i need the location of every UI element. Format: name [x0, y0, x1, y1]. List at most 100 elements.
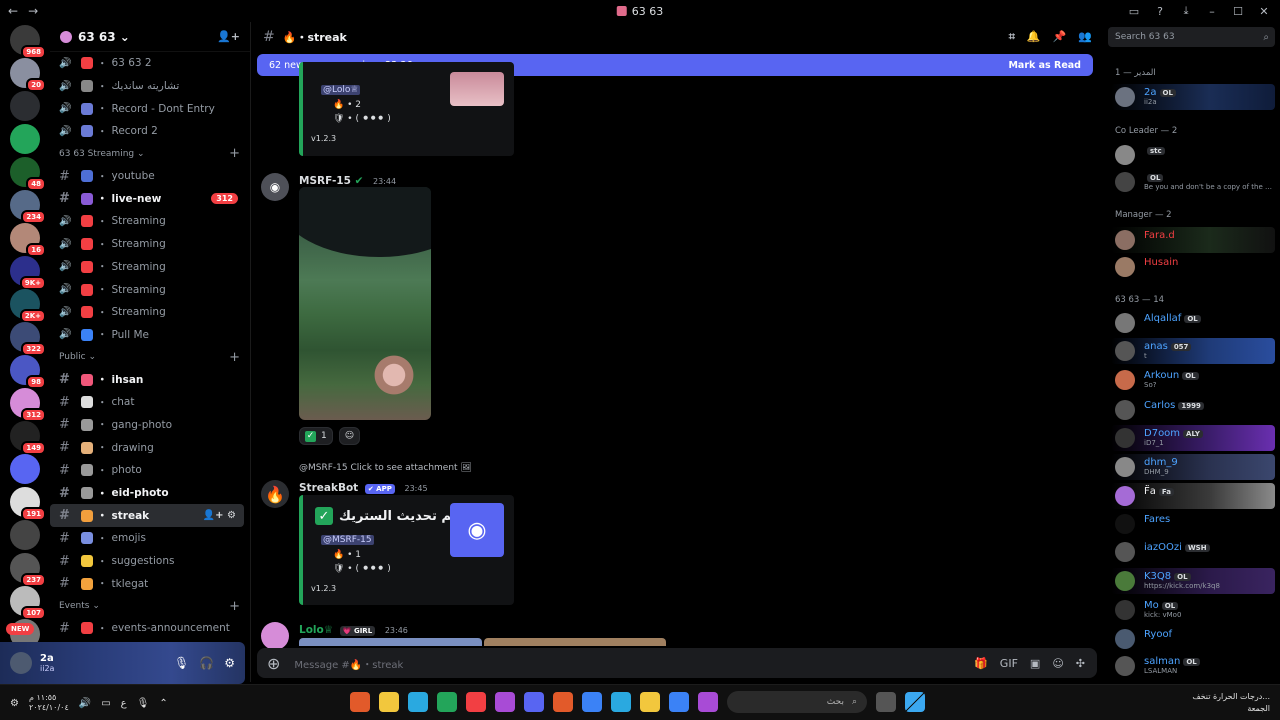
channel-eid-photo[interactable]: # ・ eid-photo: [50, 482, 244, 505]
user-mention[interactable]: @Lolo♕: [321, 85, 361, 95]
channel-settings-gear-icon[interactable]: 👤+ ⚙: [203, 510, 236, 521]
gif-icon[interactable]: GIF: [1000, 657, 1018, 670]
guild-header[interactable]: 63 63 ⌄ 👤+: [50, 22, 250, 52]
language-indicator[interactable]: ع: [121, 698, 127, 709]
member-item[interactable]: K3Q8 OL https://kick.com/k3q8: [1111, 568, 1275, 594]
close-icon[interactable]: ✕: [1258, 5, 1270, 18]
message-author[interactable]: StreakBot ✔ APP 23:45: [299, 482, 428, 494]
member-item[interactable]: Carlos 1999: [1111, 397, 1275, 423]
channel-streaming[interactable]: 🔊 ・ Streaming: [50, 210, 244, 233]
member-item[interactable]: D7oom ALY iD7_1: [1111, 425, 1275, 451]
minimize-icon[interactable]: –: [1206, 5, 1218, 18]
server-icon[interactable]: 48: [10, 157, 46, 191]
add-user-icon[interactable]: 👤+: [217, 30, 240, 43]
taskbar-app-icon[interactable]: [669, 692, 689, 712]
server-icon[interactable]: 312: [10, 388, 46, 422]
member-item[interactable]: anas 057 t: [1111, 338, 1275, 364]
channel-tklegat[interactable]: # ・ tklegat: [50, 572, 244, 595]
server-icon[interactable]: [10, 454, 40, 484]
channel-drawing[interactable]: # ・ drawing: [50, 436, 244, 459]
threads-icon[interactable]: ⌗: [1009, 30, 1015, 44]
discord-avatar-icon[interactable]: ◉: [261, 173, 289, 201]
taskbar-app-icon[interactable]: [495, 692, 515, 712]
emoji-icon[interactable]: ☺: [1052, 657, 1063, 670]
channel-record-2[interactable]: 🔊 ・ Record 2: [50, 120, 244, 143]
channel-streaming[interactable]: 🔊 ・ Streaming: [50, 301, 244, 324]
taskbar-app-icon[interactable]: [553, 692, 573, 712]
weather-widget[interactable]: درجات الحرارة تنخف... الجمعة: [1192, 691, 1270, 715]
message-composer[interactable]: ⊕ Message #🔥・streak 🎁 GIF ▣ ☺ ✣: [257, 648, 1097, 678]
maximize-icon[interactable]: ☐: [1232, 5, 1244, 18]
member-item[interactable]: dhm_9 DHM_9: [1111, 454, 1275, 480]
image-attachment[interactable]: [299, 187, 431, 420]
forward-icon[interactable]: →: [28, 4, 38, 18]
server-icon[interactable]: [10, 91, 40, 121]
server-icon[interactable]: [10, 124, 40, 154]
channel-suggestions[interactable]: # ・ suggestions: [50, 550, 244, 573]
member-item[interactable]: F̈a Fa: [1111, 483, 1275, 509]
channel-streaming[interactable]: 🔊 ・ Streaming: [50, 256, 244, 279]
headphones-icon[interactable]: 🎧: [199, 656, 214, 670]
user-mention[interactable]: @MSRF-15: [321, 535, 374, 545]
channel-emojis[interactable]: # ・ emojis: [50, 527, 244, 550]
server-icon[interactable]: 234: [10, 190, 46, 224]
server-icon[interactable]: 191: [10, 487, 46, 521]
search-input[interactable]: Search 63 63 ⌕: [1108, 27, 1275, 47]
taskbar-app-icon[interactable]: [640, 692, 660, 712]
apps-icon[interactable]: ✣: [1076, 657, 1085, 670]
windows-start-icon[interactable]: [905, 692, 925, 712]
server-icon[interactable]: 2K+: [10, 289, 46, 323]
channel-chat[interactable]: # ・ chat: [50, 391, 244, 414]
channel-63-63-2[interactable]: 🔊 ・ 63 63 2: [50, 52, 244, 75]
member-item[interactable]: stc: [1111, 142, 1275, 168]
server-icon[interactable]: 16: [10, 223, 46, 257]
image-attachment[interactable]: [484, 638, 666, 646]
channel-streak[interactable]: # ・ streak 👤+ ⚙: [50, 504, 244, 528]
network-icon[interactable]: ▭: [101, 698, 110, 709]
reaction-check[interactable]: ✓ 1: [299, 427, 333, 445]
category-public[interactable]: Public ⌄ +: [50, 346, 250, 368]
server-icon[interactable]: 98: [10, 355, 46, 389]
taskbar-app-icon[interactable]: [466, 692, 486, 712]
settings-gear-icon[interactable]: ⚙: [224, 656, 235, 670]
gift-icon[interactable]: 🎁: [974, 657, 988, 670]
member-item[interactable]: Ryoof: [1111, 626, 1275, 652]
member-item[interactable]: salman OL LSALMAN: [1111, 653, 1275, 679]
channel-record-dont-entry[interactable]: 🔊 ・ Record - Dont Entry: [50, 97, 244, 120]
category-events[interactable]: Events ⌄ +: [50, 595, 250, 617]
help-icon[interactable]: ?: [1154, 5, 1166, 18]
taskbar-app-icon[interactable]: [350, 692, 370, 712]
server-icon[interactable]: 322: [10, 322, 46, 356]
message-author[interactable]: Lolo♕ 💗 GIRL 23:46: [299, 624, 408, 636]
server-icon[interactable]: 149: [10, 421, 46, 455]
reply-preview[interactable]: @MSRF-15 Click to see attachment 🖼: [299, 463, 472, 473]
server-icon[interactable]: 20: [10, 58, 46, 92]
add-reaction-button[interactable]: ☺: [338, 427, 361, 445]
channel-gang-photo[interactable]: # ・ gang-photo: [50, 414, 244, 437]
bell-icon[interactable]: 🔔: [1027, 30, 1041, 44]
channel-events-announcement[interactable]: # ・ events-announcement: [50, 617, 244, 640]
server-icon[interactable]: 237: [10, 553, 46, 587]
member-item[interactable]: iazOOzi WSH: [1111, 539, 1275, 565]
server-icon[interactable]: 107: [10, 586, 46, 620]
microphone-icon[interactable]: 🎙: [174, 656, 189, 670]
message-input[interactable]: Message #🔥・streak: [294, 656, 403, 671]
member-item[interactable]: Fara.d: [1111, 227, 1275, 253]
avatar[interactable]: [10, 652, 32, 674]
member-item[interactable]: Husain: [1111, 254, 1275, 280]
taskbar-app-icon[interactable]: [698, 692, 718, 712]
mark-as-read-button[interactable]: Mark as Read: [1008, 60, 1081, 71]
taskbar-app-icon[interactable]: [876, 692, 896, 712]
pin-icon[interactable]: 📌: [1053, 30, 1067, 44]
image-attachment[interactable]: [299, 638, 482, 646]
message-author[interactable]: MSRF-15 ✔ 23:44: [299, 175, 396, 187]
channel-pull-me[interactable]: 🔊 ・ Pull Me: [50, 324, 244, 347]
member-item[interactable]: Alqallaf OL: [1111, 310, 1275, 336]
channel-streaming[interactable]: 🔊 ・ Streaming: [50, 233, 244, 256]
taskbar-app-icon[interactable]: [408, 692, 428, 712]
taskbar-app-icon[interactable]: [437, 692, 457, 712]
add-channel-icon[interactable]: +: [229, 146, 240, 161]
member-item[interactable]: Arkoun OL So?: [1111, 367, 1275, 393]
add-attachment-icon[interactable]: ⊕: [267, 654, 280, 673]
server-icon[interactable]: 968: [10, 25, 46, 59]
